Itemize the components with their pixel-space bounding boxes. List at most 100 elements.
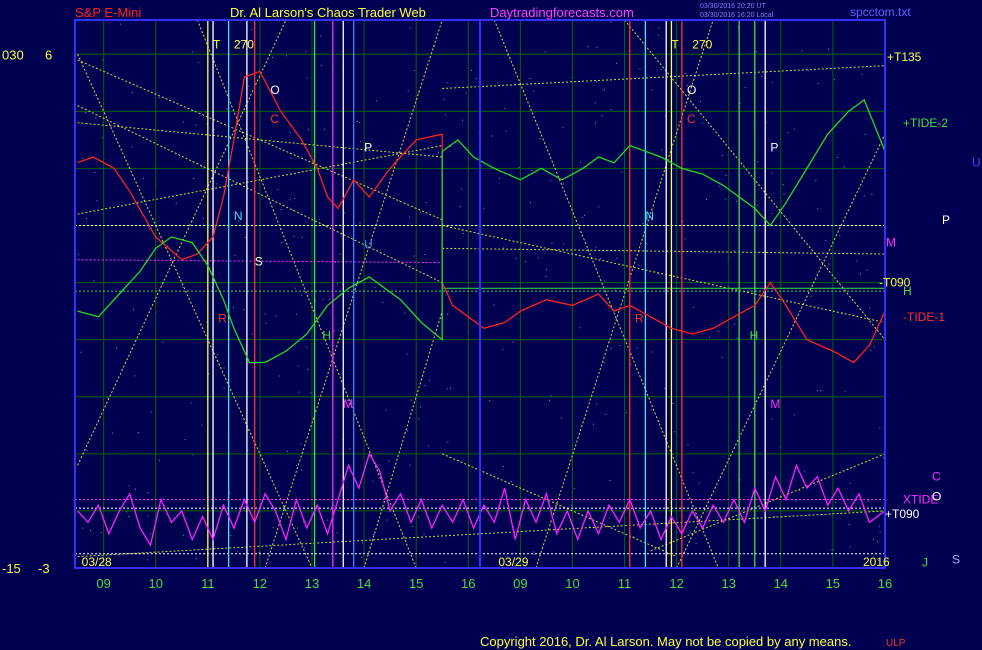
- star: [650, 409, 652, 411]
- date-label: 03/28: [82, 555, 112, 569]
- star: [90, 529, 91, 531]
- x-tick-label: 13: [721, 576, 735, 591]
- star: [410, 399, 412, 401]
- event-marker: C: [270, 112, 279, 126]
- date-label: 2016: [863, 555, 890, 569]
- star: [801, 50, 803, 52]
- star: [721, 356, 723, 358]
- star: [795, 500, 797, 502]
- star: [191, 51, 193, 53]
- star: [820, 390, 821, 392]
- star: [594, 102, 596, 104]
- star: [510, 481, 512, 483]
- star: [817, 208, 819, 210]
- star: [756, 51, 758, 53]
- star: [158, 97, 160, 99]
- x-tick-label: 15: [409, 576, 423, 591]
- x-tick-label: 12: [253, 576, 267, 591]
- star: [744, 87, 746, 89]
- star: [131, 92, 133, 93]
- event-marker: N: [234, 209, 243, 223]
- star: [460, 188, 462, 190]
- star: [834, 79, 836, 81]
- star: [864, 133, 866, 135]
- star: [330, 509, 332, 510]
- star: [725, 198, 727, 200]
- star: [336, 532, 338, 534]
- star: [579, 327, 581, 329]
- y-tick-label: 6: [45, 47, 52, 62]
- star: [116, 347, 118, 349]
- star: [595, 81, 597, 83]
- y-tick-label: -3: [38, 561, 50, 576]
- star: [95, 117, 97, 119]
- star: [158, 459, 160, 461]
- star: [783, 193, 785, 195]
- star: [584, 214, 585, 216]
- star: [687, 443, 689, 445]
- star: [277, 189, 279, 190]
- right-label: J: [922, 555, 928, 569]
- star: [529, 78, 531, 79]
- star: [614, 289, 616, 291]
- star: [310, 392, 312, 394]
- star: [147, 559, 149, 561]
- star: [358, 122, 360, 124]
- star: [407, 90, 409, 92]
- star: [201, 424, 203, 426]
- star: [672, 403, 674, 404]
- star: [216, 183, 218, 185]
- event-marker: P: [770, 140, 778, 154]
- star: [491, 135, 493, 137]
- star: [135, 488, 136, 490]
- star: [870, 349, 872, 351]
- x-tick-label: 15: [826, 576, 840, 591]
- star: [216, 354, 218, 356]
- star: [866, 269, 868, 271]
- date-label: 03/29: [498, 555, 528, 569]
- star: [843, 166, 845, 168]
- star: [743, 508, 745, 510]
- star: [596, 403, 598, 405]
- star: [229, 492, 231, 494]
- star: [297, 365, 299, 367]
- star: [868, 500, 870, 501]
- star: [660, 69, 662, 70]
- x-tick-label: 11: [618, 576, 632, 591]
- star: [828, 48, 830, 50]
- instrument-title: S&P E-Mini: [75, 5, 141, 20]
- star: [292, 209, 294, 211]
- star: [247, 449, 249, 451]
- star: [162, 341, 164, 343]
- event-marker: 270: [234, 38, 254, 52]
- star: [120, 23, 122, 25]
- star: [608, 517, 610, 519]
- x-tick-label: 10: [149, 576, 163, 591]
- star: [544, 51, 546, 53]
- star: [93, 280, 95, 282]
- star: [651, 351, 653, 353]
- star: [301, 469, 303, 471]
- x-tick-label: 12: [669, 576, 683, 591]
- star: [182, 286, 184, 288]
- star: [601, 115, 603, 117]
- star: [794, 414, 796, 416]
- star: [462, 233, 464, 234]
- star: [771, 81, 773, 83]
- star: [137, 432, 139, 433]
- star: [692, 472, 694, 474]
- star: [409, 216, 410, 218]
- star: [815, 179, 817, 181]
- star: [831, 549, 833, 551]
- star: [424, 254, 426, 255]
- star: [604, 89, 605, 91]
- star: [372, 480, 374, 482]
- star: [706, 199, 707, 200]
- star: [134, 375, 136, 377]
- star: [382, 302, 384, 304]
- star: [414, 70, 415, 71]
- site-link[interactable]: Daytradingforecasts.com: [490, 5, 634, 20]
- x-tick-label: 11: [201, 576, 215, 591]
- x-tick-label: 10: [565, 576, 579, 591]
- star: [361, 542, 363, 544]
